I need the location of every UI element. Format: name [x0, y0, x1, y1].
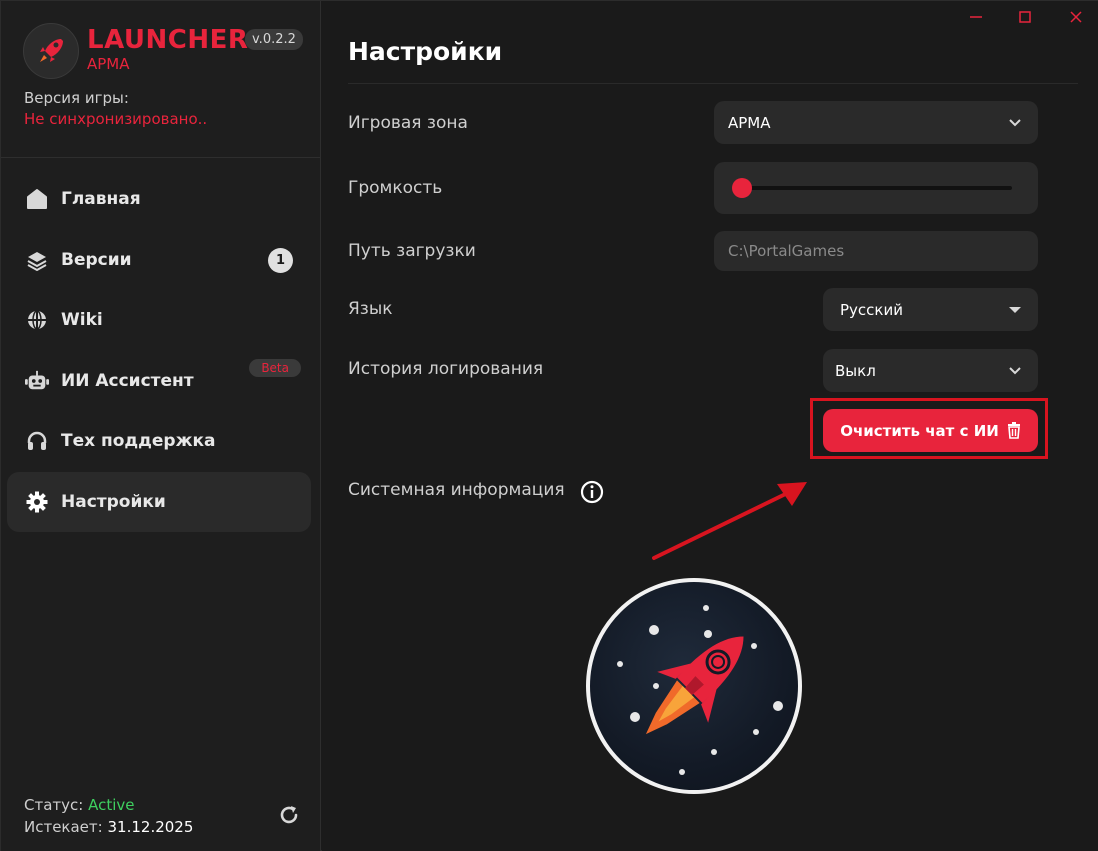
annotation-arrow — [652, 482, 807, 560]
sidebar-item-support[interactable]: Тех поддержка — [7, 411, 311, 471]
system-info-label: Системная информация — [348, 480, 565, 500]
refresh-icon[interactable] — [277, 803, 301, 827]
chevron-down-icon — [1009, 118, 1021, 126]
zone-select[interactable]: APMA — [714, 101, 1038, 144]
version-badge: v.0.2.2 — [245, 29, 303, 50]
layers-icon — [25, 248, 49, 272]
zone-select-value: APMA — [728, 113, 771, 132]
path-label: Путь загрузки — [348, 241, 476, 261]
maximize-icon — [1019, 11, 1031, 23]
status-label: Статус: — [24, 796, 84, 814]
sidebar-item-label: Wiki — [61, 310, 103, 330]
logging-select[interactable]: Выкл — [823, 349, 1038, 392]
sidebar-item-label: Версии — [61, 249, 132, 270]
clear-ai-chat-label: Очистить чат с ИИ — [840, 421, 999, 440]
info-icon[interactable] — [580, 480, 604, 504]
clear-ai-chat-button[interactable]: Очистить чат с ИИ — [823, 409, 1038, 452]
brand-name: LAUNCHER — [87, 25, 249, 55]
game-version-status: Не синхронизировано.. — [24, 110, 208, 128]
volume-slider-track[interactable] — [738, 186, 1012, 190]
versions-count-badge: 1 — [268, 247, 293, 273]
chevron-down-icon — [1009, 366, 1021, 374]
logging-label: История логирования — [348, 359, 544, 379]
sidebar-item-ai-assistant[interactable]: ИИ Ассистент Beta — [7, 351, 311, 411]
sidebar-nav: Главная Версии 1 Wiki ИИ Ассистент Beta … — [7, 169, 311, 532]
sidebar-item-label: Настройки — [61, 491, 166, 512]
rocket-emblem-icon — [586, 578, 802, 794]
sidebar-item-settings[interactable]: Настройки — [7, 471, 311, 532]
minimize-button[interactable] — [964, 7, 988, 27]
caret-down-icon — [1009, 306, 1021, 313]
language-select-value: Русский — [840, 300, 903, 319]
title-divider — [348, 83, 1078, 84]
sidebar-item-wiki[interactable]: Wiki — [7, 290, 311, 350]
home-icon — [25, 187, 49, 211]
beta-badge: Beta — [249, 358, 301, 377]
zone-label: Игровая зона — [348, 113, 468, 133]
robot-icon — [25, 369, 49, 393]
expires-label: Истекает: — [24, 818, 103, 836]
app-window: LAUNCHER APMA v.0.2.2 Версия игры: Не си… — [0, 0, 1098, 851]
close-icon — [1070, 11, 1082, 23]
volume-label: Громкость — [348, 178, 443, 198]
language-label: Язык — [348, 299, 393, 319]
brand-subtitle: APMA — [87, 55, 130, 73]
headphones-icon — [25, 429, 49, 453]
maximize-button[interactable] — [1013, 7, 1037, 27]
trash-icon — [1007, 422, 1020, 439]
sidebar-item-label: ИИ Ассистент — [61, 370, 194, 391]
expires-line: Истекает: 31.12.2025 — [24, 818, 193, 836]
expires-value: 31.12.2025 — [107, 818, 194, 836]
sidebar: LAUNCHER APMA v.0.2.2 Версия игры: Не си… — [1, 1, 321, 851]
logging-select-value: Выкл — [835, 361, 876, 380]
sidebar-item-versions[interactable]: Версии 1 — [7, 230, 311, 290]
close-button[interactable] — [1064, 7, 1088, 27]
globe-icon — [25, 308, 49, 332]
page-title: Настройки — [348, 37, 503, 66]
download-path-input[interactable] — [714, 231, 1038, 271]
status-line: Статус: Active — [24, 796, 135, 814]
main-panel: Настройки Игровая зона APMA Громкость Пу… — [322, 1, 1098, 851]
minimize-icon — [970, 16, 982, 18]
logo-rocket-icon — [23, 23, 79, 79]
game-version-label: Версия игры: — [24, 89, 129, 107]
status-value: Active — [88, 796, 135, 814]
gear-icon — [25, 490, 49, 514]
volume-slider-knob[interactable] — [732, 178, 752, 198]
language-select[interactable]: Русский — [823, 288, 1038, 331]
sidebar-item-home[interactable]: Главная — [7, 169, 311, 229]
brand: LAUNCHER APMA v.0.2.2 — [23, 23, 303, 83]
sidebar-item-label: Тех поддержка — [61, 431, 216, 451]
volume-slider[interactable] — [714, 162, 1038, 214]
sidebar-divider — [1, 157, 321, 158]
sidebar-item-label: Главная — [61, 189, 141, 209]
